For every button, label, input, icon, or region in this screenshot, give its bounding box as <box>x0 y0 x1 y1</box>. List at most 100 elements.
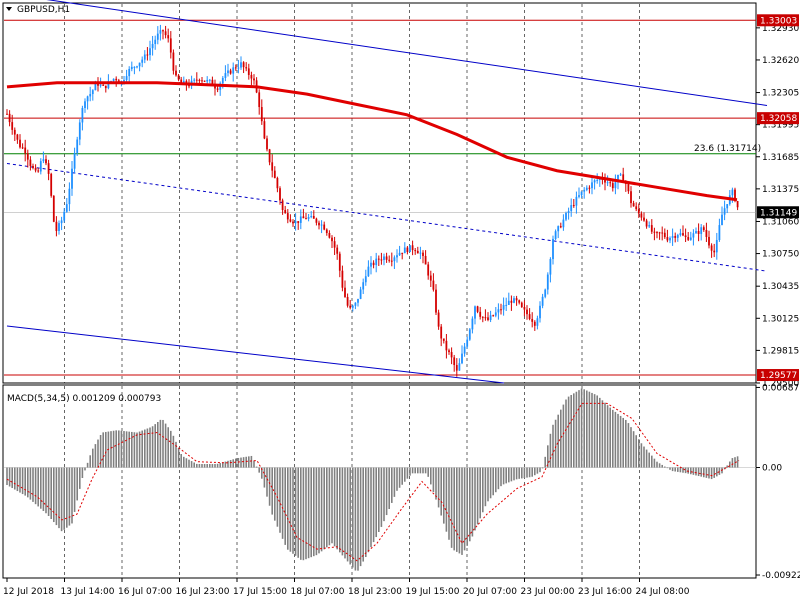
candle-body <box>149 48 151 56</box>
candle-body <box>736 201 739 208</box>
candle-body <box>383 256 385 260</box>
price-chart[interactable]: 23.6 (1.31714) 1.329301.326201.323051.31… <box>0 0 800 600</box>
candle-body <box>276 177 279 189</box>
candle-body <box>424 255 427 265</box>
candle-body <box>570 205 573 212</box>
candle-body <box>614 182 617 189</box>
candle-body <box>73 152 76 169</box>
candle-body <box>294 221 297 224</box>
candle-body <box>297 221 300 223</box>
candle-body <box>310 215 313 218</box>
candle-body <box>364 276 367 283</box>
candle-body <box>34 167 37 171</box>
candle-body <box>572 205 575 207</box>
candle-body <box>24 147 27 154</box>
candle-body <box>427 264 430 276</box>
candle-body <box>240 62 242 68</box>
candle-body <box>710 245 713 251</box>
candle-body <box>13 129 16 135</box>
main-pane[interactable] <box>2 2 757 384</box>
candle-body <box>700 227 703 234</box>
candle-body <box>193 79 196 81</box>
candle-body <box>721 214 723 226</box>
candle-body <box>78 122 81 140</box>
candle-body <box>307 217 310 219</box>
candle-body <box>731 189 734 196</box>
candle-body <box>565 212 567 220</box>
candle-body <box>8 113 11 123</box>
macd-y-tick-label: 0.00 <box>762 464 782 474</box>
candle-body <box>128 68 131 77</box>
candle-body <box>76 139 79 153</box>
candle-body <box>458 363 461 371</box>
candle-body <box>632 203 635 207</box>
y-tick-label: 1.30750 <box>762 250 799 260</box>
symbol-title: GBPUSD,H1 <box>17 5 70 15</box>
candle-body <box>305 218 307 220</box>
candle-body <box>323 224 326 230</box>
candle-body <box>396 255 398 258</box>
level-tag-label: 1.29577 <box>760 371 797 381</box>
candle-body <box>484 317 487 319</box>
candle-body <box>520 302 523 308</box>
candle-body <box>320 224 323 226</box>
x-tick-label: 16 Jul 23:00 <box>176 587 230 597</box>
candle-body <box>370 262 372 267</box>
candle-body <box>302 216 305 219</box>
candle-body <box>172 52 175 71</box>
candle-body <box>146 54 149 56</box>
candle-body <box>242 62 245 68</box>
candle-body <box>419 252 422 254</box>
candle-body <box>640 213 643 218</box>
candle-body <box>16 134 19 140</box>
candle-body <box>559 226 562 228</box>
candle-body <box>445 340 448 351</box>
candle-body <box>284 209 287 214</box>
candle-body <box>266 138 268 150</box>
candle-body <box>312 215 315 219</box>
candle-body <box>635 206 638 210</box>
candle-body <box>154 39 157 44</box>
candle-body <box>130 66 133 69</box>
y-tick-label: 1.31060 <box>762 217 799 227</box>
candle-body <box>292 221 294 224</box>
y-tick-label: 1.30125 <box>762 314 799 324</box>
candle-body <box>115 78 118 81</box>
x-tick-label: 23 Jul 16:00 <box>578 587 632 597</box>
candle-body <box>497 309 500 313</box>
candle-body <box>50 173 53 196</box>
candle-body <box>575 196 578 206</box>
x-tick-label: 18 Jul 23:00 <box>348 587 402 597</box>
price-axis: 1.329301.326201.323051.319951.316851.313… <box>756 24 800 581</box>
candle-body <box>604 180 606 183</box>
candle-body <box>583 189 586 192</box>
candle-body <box>658 232 661 234</box>
candle-body <box>315 218 318 223</box>
candle-body <box>221 77 224 84</box>
candle-body <box>45 159 47 164</box>
candle-body <box>58 223 60 231</box>
candle-body <box>549 259 552 275</box>
fibonacci-label: 23.6 (1.31714) <box>694 144 761 154</box>
candle-body <box>164 31 167 36</box>
candle-body <box>6 113 8 115</box>
candle-body <box>411 245 414 251</box>
candle-body <box>289 219 292 222</box>
candle-body <box>637 209 640 214</box>
candle-body <box>476 306 479 312</box>
candle-body <box>448 350 450 353</box>
candle-body <box>385 256 388 260</box>
candle-body <box>281 200 284 210</box>
candle-body <box>390 260 393 262</box>
candle-body <box>380 259 383 261</box>
candle-body <box>453 357 456 366</box>
candle-body <box>237 67 240 69</box>
x-tick-label: 13 Jul 14:00 <box>61 587 115 597</box>
candle-body <box>609 182 612 184</box>
x-tick-label: 12 Jul 2018 <box>3 587 54 597</box>
candle-body <box>55 221 58 231</box>
candle-body <box>513 298 515 303</box>
candle-body <box>554 231 557 239</box>
x-tick-label: 23 Jul 00:00 <box>521 587 575 597</box>
candle-body <box>416 250 419 254</box>
